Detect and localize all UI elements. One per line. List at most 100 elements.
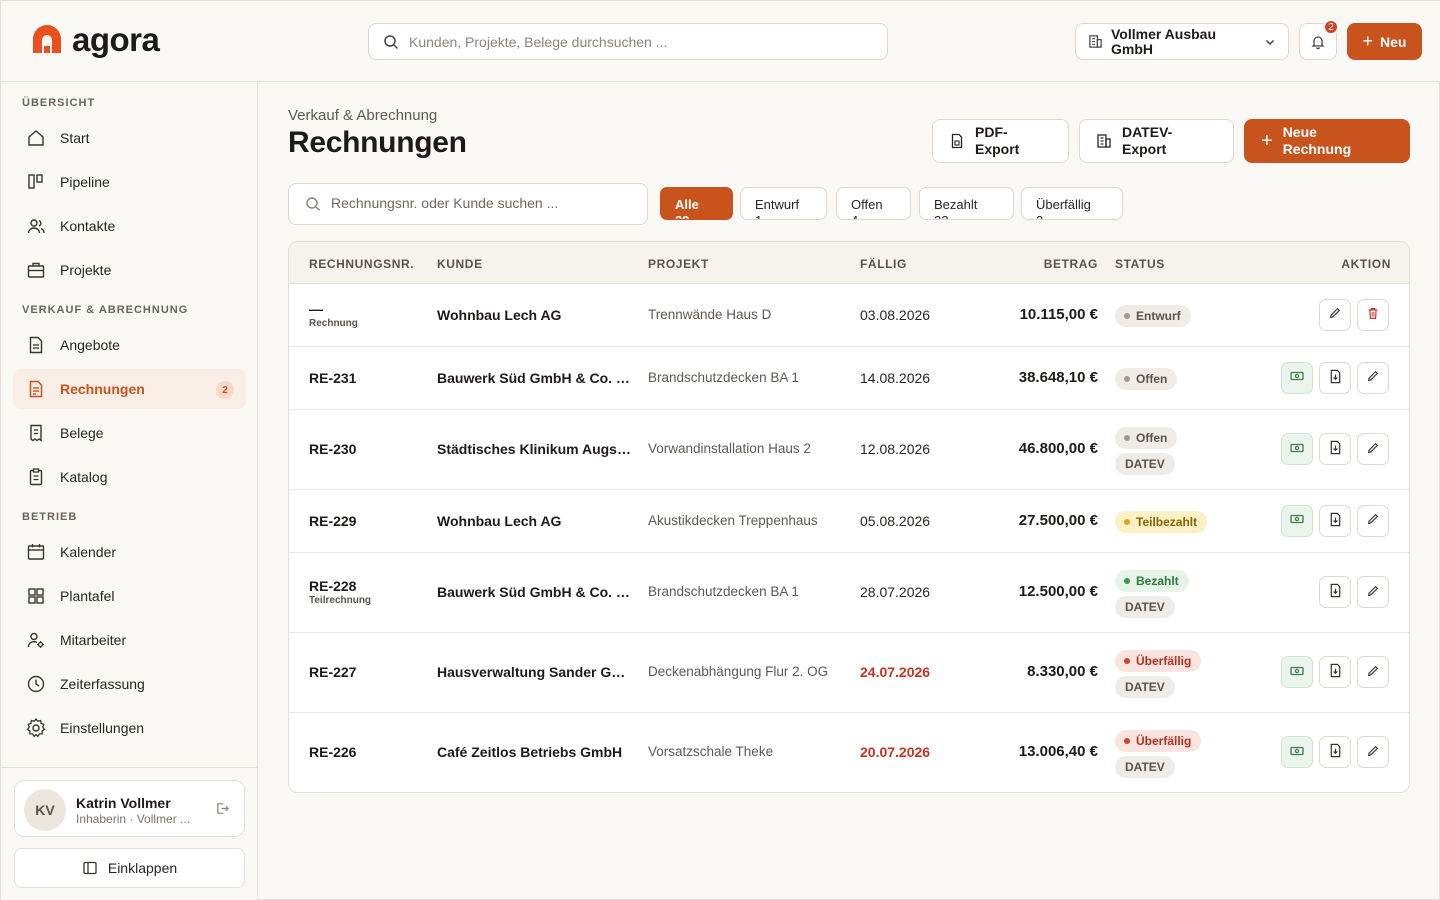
- customer-cell[interactable]: Bauwerk Süd GmbH & Co. KG: [437, 584, 632, 600]
- invoice-number-cell[interactable]: RE-229: [309, 513, 356, 529]
- column-header-betrag[interactable]: BETRAG: [1044, 257, 1098, 271]
- column-header-status[interactable]: STATUS: [1115, 257, 1165, 271]
- status-dot-icon: [1124, 312, 1130, 319]
- filter-chip-alle[interactable]: Alle 29: [660, 187, 733, 220]
- sidebar-item-label: Plantafel: [60, 588, 115, 604]
- logout-icon[interactable]: [215, 801, 230, 816]
- global-search-placeholder: Kunden, Projekte, Belege durchsuchen ...: [409, 33, 668, 50]
- invoice-number: RE-226: [309, 744, 357, 760]
- customer-cell[interactable]: Wohnbau Lech AG: [437, 307, 632, 323]
- filter-chip-offen[interactable]: Offen 4: [836, 187, 911, 220]
- notifications-button[interactable]: 2: [1299, 19, 1339, 60]
- edit-button[interactable]: [1357, 576, 1389, 608]
- table-row[interactable]: RE-230 Städtisches Klinikum Augsburg Vorwa…: [289, 410, 1409, 490]
- record-payment-button[interactable]: [1281, 433, 1313, 465]
- column-header-projekt[interactable]: PROJEKT: [648, 257, 709, 271]
- status-badge: Bezahlt: [1115, 570, 1189, 592]
- invoice-number-cell[interactable]: RE-228 Teilrechnung: [309, 578, 371, 606]
- record-payment-button[interactable]: [1281, 361, 1313, 394]
- invoice-number-cell[interactable]: RE-227: [309, 664, 356, 680]
- collapse-sidebar-button[interactable]: Einklappen: [14, 848, 245, 888]
- new-invoice-button[interactable]: + Neue Rechnung: [1244, 119, 1410, 163]
- download-pdf-button[interactable]: [1319, 736, 1351, 768]
- customer-cell[interactable]: Städtisches Klinikum Augsburg: [437, 441, 632, 457]
- sidebar-item-rechnungen[interactable]: Rechnungen 2: [13, 369, 246, 409]
- breadcrumb[interactable]: Verkauf & Abrechnung: [288, 107, 437, 124]
- project-cell[interactable]: Vorsatzschale Theke: [648, 744, 843, 759]
- due-date-cell: 05.08.2026: [860, 512, 931, 529]
- sidebar-item-kontakte[interactable]: Kontakte: [13, 206, 246, 246]
- project-cell[interactable]: Akustikdecken Treppenhaus: [648, 513, 843, 528]
- sidebar-item-label: Rechnungen: [60, 381, 145, 397]
- download-pdf-button[interactable]: [1319, 433, 1351, 465]
- invoice-search-input[interactable]: Rechnungsnr. oder Kunde suchen ...: [288, 183, 648, 225]
- project-cell[interactable]: Deckenabhängung Flur 2. OG: [648, 664, 843, 679]
- sidebar-item-zeiterfassung[interactable]: Zeiterfassung: [13, 664, 246, 704]
- filter-count: 1: [755, 213, 812, 219]
- table-row[interactable]: — Rechnung Wohnbau Lech AG Trennwände Haus …: [289, 284, 1409, 347]
- download-pdf-button[interactable]: [1319, 504, 1351, 537]
- invoice-number-cell[interactable]: RE-231: [309, 370, 356, 386]
- sidebar-item-pipeline[interactable]: Pipeline: [13, 162, 246, 202]
- edit-button[interactable]: [1319, 298, 1351, 331]
- column-header-nr[interactable]: RECHNUNGSNR.: [309, 257, 414, 271]
- sidebar-item-start[interactable]: Start: [13, 118, 246, 158]
- sidebar-item-einstellungen[interactable]: Einstellungen: [13, 708, 246, 748]
- record-payment-button[interactable]: [1281, 504, 1313, 537]
- customer-cell[interactable]: Bauwerk Süd GmbH & Co. KG: [437, 370, 632, 386]
- sidebar-item-mitarbeiter[interactable]: Mitarbeiter: [13, 620, 246, 660]
- catalog-icon: [25, 466, 47, 488]
- table-row[interactable]: RE-228 Teilrechnung Bauwerk Süd GmbH & Co.…: [289, 553, 1409, 633]
- project-cell[interactable]: Trennwände Haus D: [648, 307, 843, 322]
- sidebar-item-belege[interactable]: Belege: [13, 413, 246, 453]
- filter-label: Alle: [675, 197, 699, 212]
- record-payment-button[interactable]: [1281, 656, 1313, 688]
- download-pdf-button[interactable]: [1319, 361, 1351, 394]
- sidebar-item-plantafel[interactable]: Plantafel: [13, 576, 246, 616]
- company-switcher[interactable]: Vollmer Ausbau GmbH: [1075, 23, 1289, 60]
- table-row[interactable]: RE-229 Wohnbau Lech AG Akustikdecken Trepp…: [289, 490, 1409, 553]
- customer-cell[interactable]: Wohnbau Lech AG: [437, 513, 632, 529]
- edit-button[interactable]: [1357, 736, 1389, 768]
- edit-button[interactable]: [1357, 361, 1389, 394]
- invoice-search-placeholder: Rechnungsnr. oder Kunde suchen ...: [331, 195, 559, 211]
- table-row[interactable]: RE-226 Café Zeitlos Betriebs GmbH Vorsatzs…: [289, 713, 1409, 792]
- invoice-number-cell[interactable]: RE-226: [309, 744, 356, 760]
- datev-export-label: DATEV-Export: [1122, 124, 1173, 157]
- invoice-number-cell[interactable]: RE-230: [309, 441, 356, 457]
- column-header-faellig[interactable]: FÄLLIG: [860, 257, 907, 271]
- record-payment-button[interactable]: [1281, 736, 1313, 768]
- filter-chip-ueberfaellig[interactable]: Überfällig 2: [1021, 187, 1123, 220]
- edit-button[interactable]: [1357, 504, 1389, 537]
- status-label: Überfällig: [1136, 734, 1192, 748]
- customer-cell[interactable]: Hausverwaltung Sander GmbH: [437, 664, 632, 680]
- edit-button[interactable]: [1357, 433, 1389, 465]
- user-card[interactable]: KV Katrin Vollmer Inhaberin · Vollmer ..…: [14, 780, 245, 837]
- filter-chip-entwurf[interactable]: Entwurf 1: [740, 187, 827, 220]
- status-dot-icon: [1124, 435, 1130, 441]
- sidebar-item-angebote[interactable]: Angebote: [13, 325, 246, 365]
- delete-button[interactable]: [1357, 298, 1389, 331]
- new-button[interactable]: + Neu: [1347, 23, 1422, 60]
- customer-cell[interactable]: Café Zeitlos Betriebs GmbH: [437, 744, 632, 760]
- project-cell[interactable]: Brandschutzdecken BA 1: [648, 370, 843, 385]
- sidebar-item-projekte[interactable]: Projekte: [13, 250, 246, 290]
- datev-badge: DATEV: [1115, 596, 1175, 618]
- column-header-kunde[interactable]: KUNDE: [437, 257, 483, 271]
- logo[interactable]: agora: [31, 23, 160, 56]
- filter-chip-bezahlt[interactable]: Bezahlt 22: [919, 187, 1014, 220]
- invoice-number-cell[interactable]: — Rechnung: [309, 301, 358, 329]
- sidebar-item-katalog[interactable]: Katalog: [13, 457, 246, 497]
- datev-export-button[interactable]: DATEV-Export: [1079, 119, 1234, 163]
- pdf-export-button[interactable]: PDF-Export: [932, 119, 1069, 163]
- table-row[interactable]: RE-231 Bauwerk Süd GmbH & Co. KG Brandschu…: [289, 347, 1409, 410]
- download-pdf-button[interactable]: [1319, 576, 1351, 608]
- global-search-input[interactable]: Kunden, Projekte, Belege durchsuchen ...: [368, 23, 888, 60]
- logo-mark-icon: [31, 25, 63, 55]
- download-pdf-button[interactable]: [1319, 656, 1351, 688]
- project-cell[interactable]: Vorwandinstallation Haus 2: [648, 441, 843, 456]
- table-row[interactable]: RE-227 Hausverwaltung Sander GmbH Deckenab…: [289, 633, 1409, 713]
- edit-button[interactable]: [1357, 656, 1389, 688]
- project-cell[interactable]: Brandschutzdecken BA 1: [648, 584, 843, 599]
- sidebar-item-kalender[interactable]: Kalender: [13, 532, 246, 572]
